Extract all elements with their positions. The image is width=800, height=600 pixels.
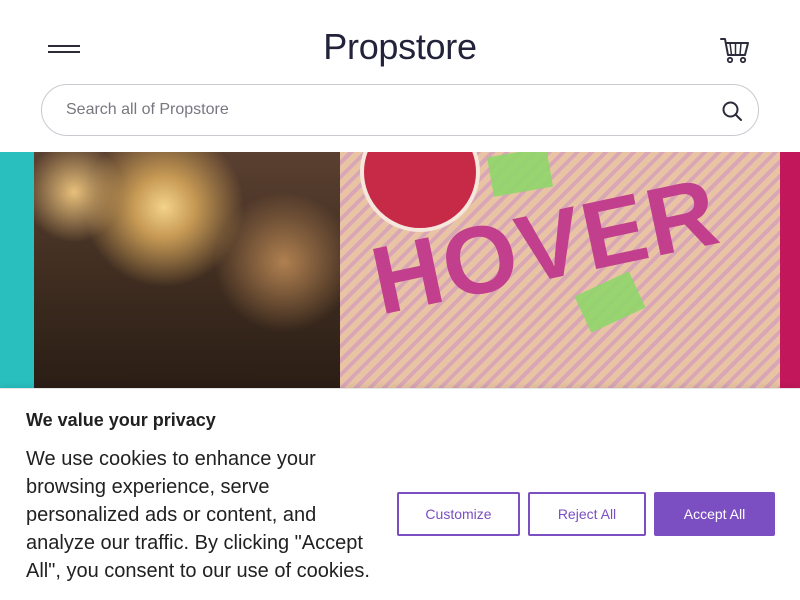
search-icon	[722, 101, 742, 121]
search-bar	[41, 84, 759, 136]
cookie-title: We value your privacy	[26, 410, 216, 430]
accept-all-button[interactable]: Accept All	[654, 492, 775, 536]
customize-button[interactable]: Customize	[397, 492, 520, 536]
shopping-cart-icon	[720, 38, 749, 64]
hero-teal-strip	[0, 152, 34, 392]
cookie-consent-banner: We value your privacy We use cookies to …	[0, 388, 800, 600]
hamburger-menu-icon	[48, 45, 80, 47]
propstore-logo[interactable]: Propstore	[300, 26, 500, 68]
hero-image: HOVER	[0, 152, 800, 392]
hero-bokeh-background	[34, 152, 344, 392]
cookie-description: We use cookies to enhance your browsing …	[26, 448, 370, 582]
hamburger-menu-button[interactable]	[46, 40, 82, 60]
search-button[interactable]	[720, 99, 744, 123]
search-input[interactable]	[66, 85, 686, 135]
site-header: Propstore	[0, 0, 800, 152]
hero-red-edge	[780, 152, 800, 392]
cart-button[interactable]	[718, 33, 752, 65]
reject-all-button[interactable]: Reject All	[528, 492, 646, 536]
hover-board-sign: HOVER	[340, 152, 780, 392]
